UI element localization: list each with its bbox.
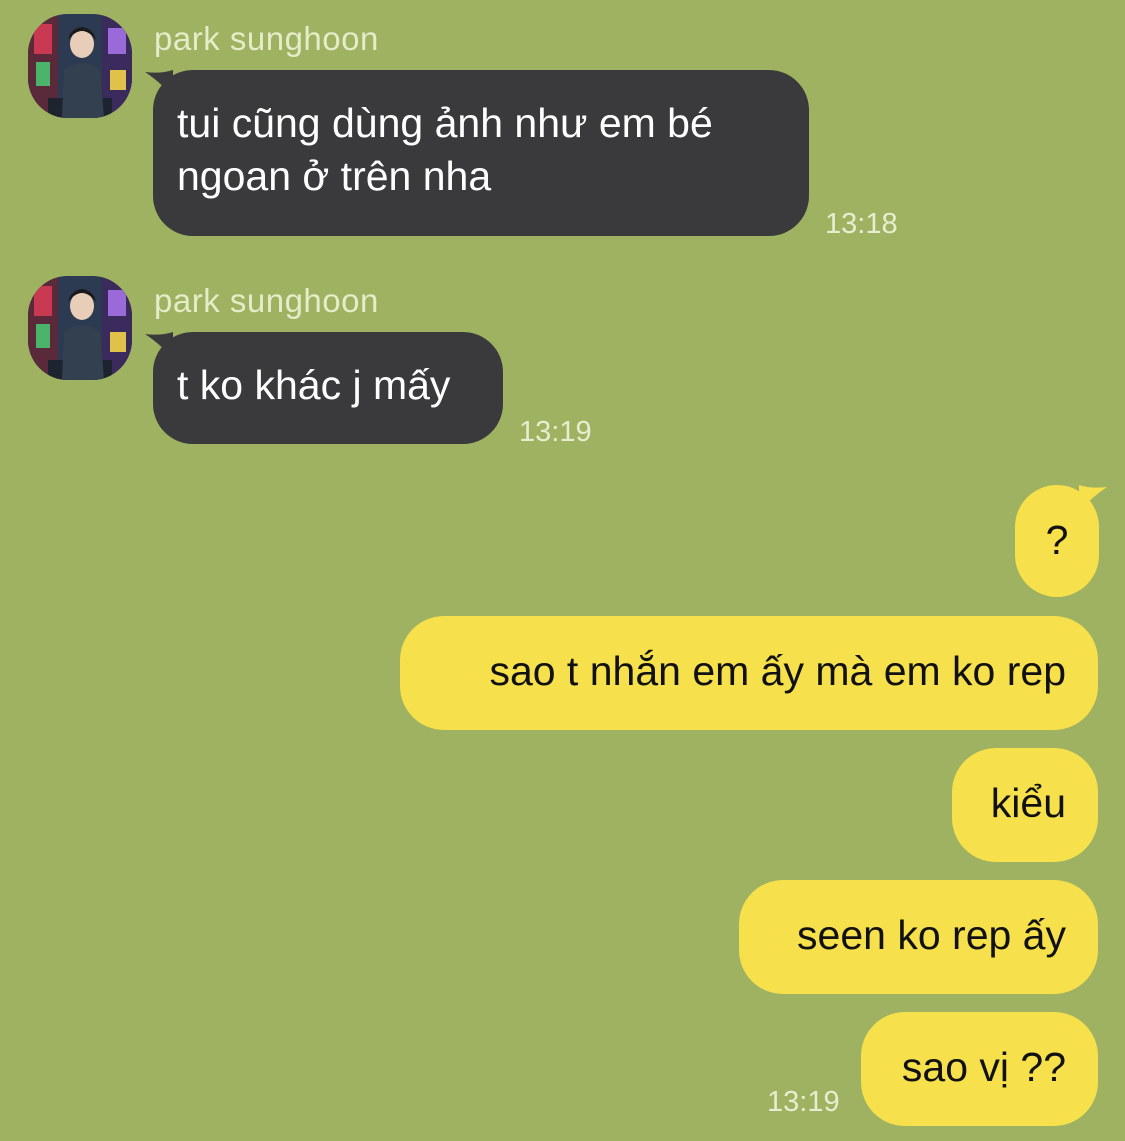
profile-photo-icon (28, 276, 132, 380)
message-text: sao t nhắn em ấy mà em ko rep (489, 648, 1066, 694)
sender-name: park sunghoon (154, 282, 379, 319)
outgoing-message-bubble[interactable]: sao vị ?? (861, 1012, 1098, 1126)
chat-area[interactable]: park sunghoon tui cũng dùng ảnh như em b… (0, 0, 1125, 1141)
message-text: sao vị ?? (901, 1044, 1066, 1090)
outgoing-message-bubble[interactable]: kiểu (952, 748, 1098, 862)
outgoing-message-bubble[interactable]: sao t nhắn em ấy mà em ko rep (400, 616, 1098, 730)
profile-photo-icon (28, 14, 132, 118)
incoming-message-bubble[interactable]: tui cũng dùng ảnh như em bé ngoan ở trên… (153, 70, 809, 236)
sender-name: park sunghoon (154, 20, 379, 57)
message-text-line: tui cũng dùng ảnh như em bé (177, 100, 713, 146)
sender-avatar[interactable] (28, 276, 132, 380)
message-text: seen ko rep ấy (797, 912, 1066, 958)
outgoing-message-bubble[interactable]: seen ko rep ấy (739, 880, 1098, 994)
incoming-message-bubble[interactable]: t ko khác j mấy (153, 332, 503, 444)
message-timestamp: 13:19 (519, 416, 592, 448)
message-text-line: ngoan ở trên nha (177, 153, 492, 199)
message-text-line: t ko khác j mấy (177, 362, 451, 408)
message-timestamp: 13:18 (825, 208, 898, 240)
message-text: kiểu (990, 780, 1066, 826)
message-text: ? (1045, 517, 1069, 563)
outgoing-message-bubble[interactable]: ? (1015, 485, 1099, 597)
sender-avatar[interactable] (28, 14, 132, 118)
message-timestamp: 13:19 (767, 1086, 840, 1118)
